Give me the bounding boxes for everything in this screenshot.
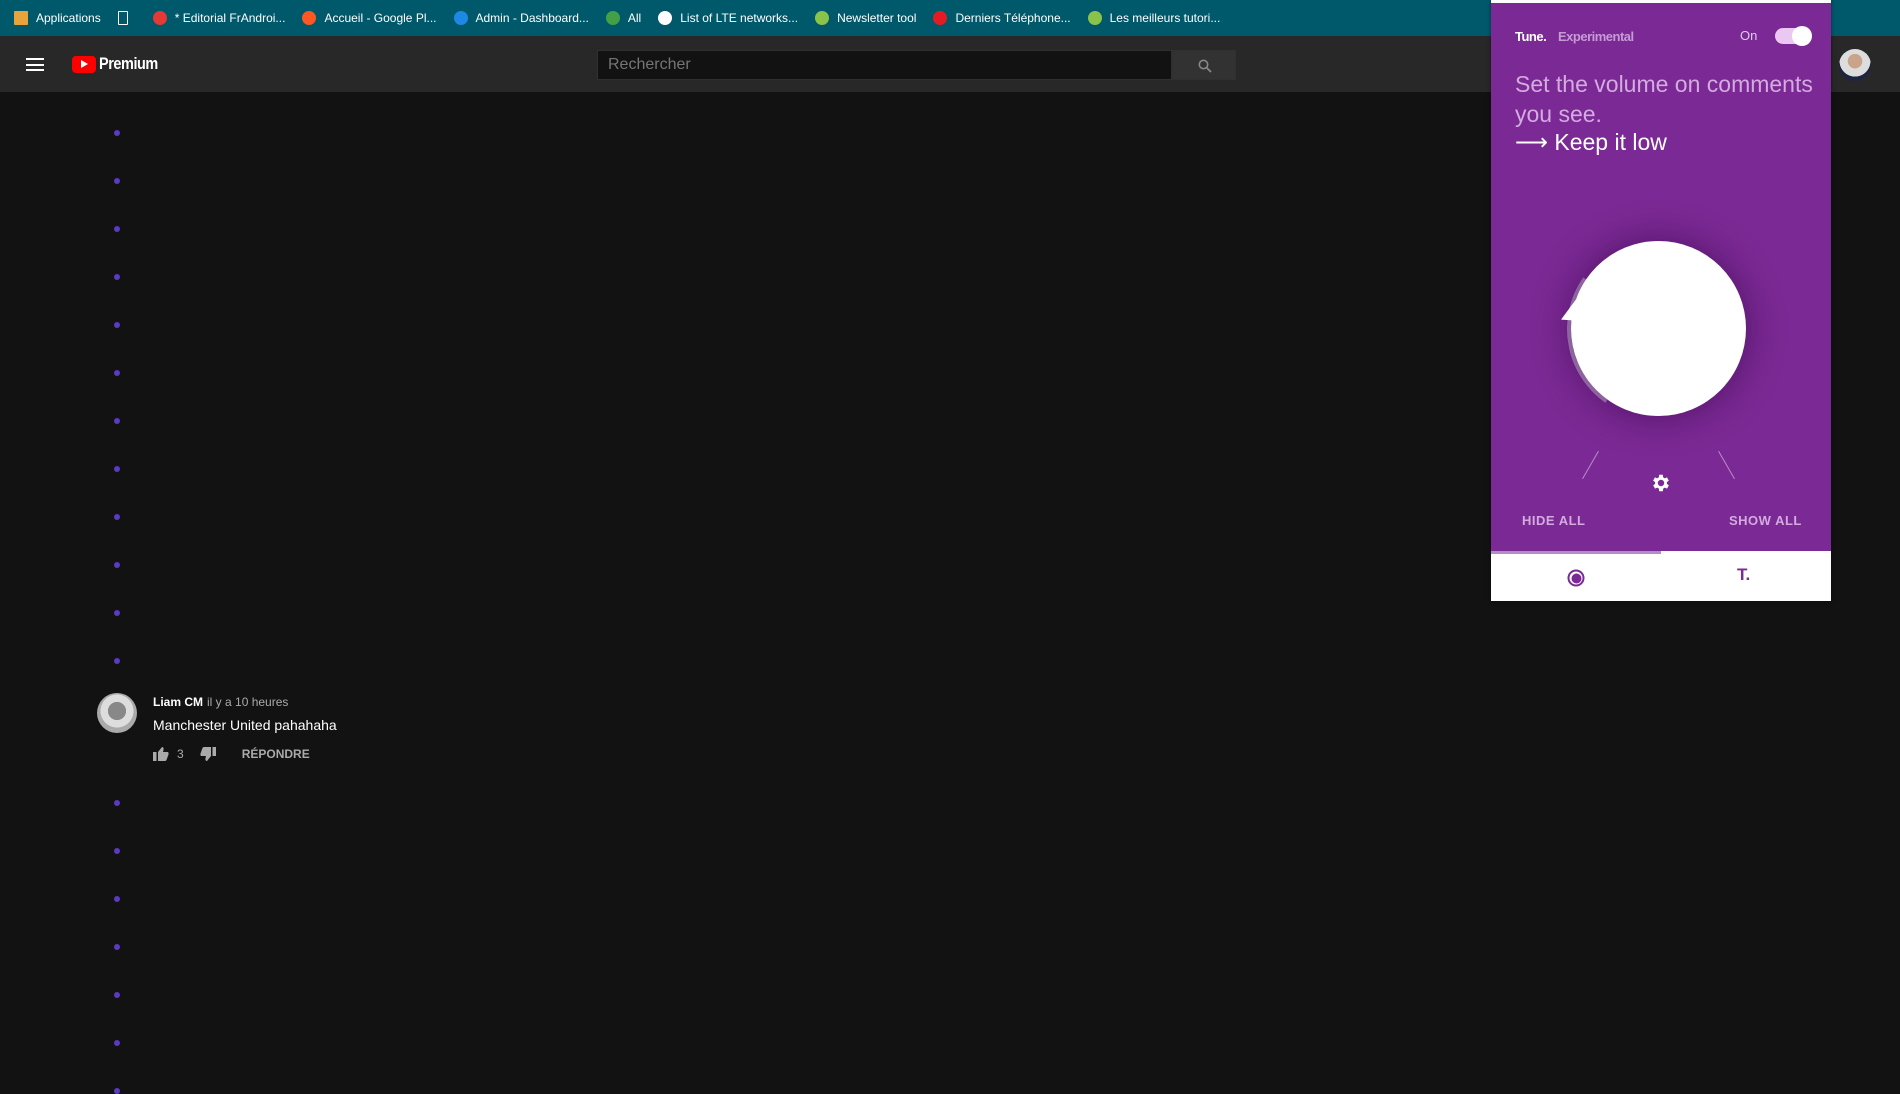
bookmark-item[interactable]: Applications [14,11,101,25]
placeholder-dot [114,1088,120,1094]
dial-tick-right [1718,450,1735,480]
placeholder-dot [114,658,120,664]
placeholder-dot [114,226,120,232]
tune-tabs: T. [1491,551,1831,601]
ta-icon [933,11,948,25]
tab-dial-icon[interactable] [1567,569,1585,587]
placeholder-dot [114,800,120,806]
placeholder-dot [114,370,120,376]
placeholder-dot [114,1040,120,1046]
newsletter-icon [815,11,830,25]
bookmark-item[interactable] [117,11,136,25]
apps-grid-icon [14,11,28,25]
bookmark-item[interactable]: All [605,11,642,25]
youtube-premium-logo[interactable]: Premium [72,54,168,74]
bookmark-label: Accueil - Google Pl... [324,11,437,25]
account-avatar[interactable] [1839,49,1871,81]
bookmark-item[interactable]: List of LTE networks... [658,11,798,25]
wikipedia-icon [658,11,673,25]
bookmark-label: List of LTE networks... [680,11,799,25]
comment-actions: 3 RÉPONDRE [153,747,310,761]
logo-text: Premium [99,54,158,73]
tune-brand: Tune. [1515,29,1547,44]
tune-extension-popup: Tune. Experimental On Set the volume on … [1491,0,1831,601]
placeholder-dot [114,848,120,854]
volume-dial[interactable] [1571,241,1746,416]
active-tab-indicator [1491,551,1661,554]
placeholder-dot [114,178,120,184]
comment-author[interactable]: Liam CM [153,695,203,709]
feedly-icon [605,11,620,25]
thumbs-up-icon[interactable] [153,747,169,761]
experimental-badge: Experimental [1558,29,1634,44]
bookmark-item[interactable]: Les meilleurs tutori... [1087,11,1221,25]
bookmark-item[interactable]: * Editorial FrAndroi... [152,11,286,25]
tutorial-icon [1087,11,1102,25]
reply-button[interactable]: RÉPONDRE [242,747,310,761]
search-input[interactable] [597,50,1172,80]
bookmark-label: Les meilleurs tutori... [1109,11,1221,25]
search-button[interactable] [1172,50,1236,80]
show-all-button[interactable]: SHOW ALL [1729,513,1802,528]
bookmark-item[interactable]: Newsletter tool [815,11,916,25]
volume-level-label: ⟶ Keep it low [1515,129,1667,155]
placeholder-dot [114,322,120,328]
placeholder-dot [114,466,120,472]
tab-text[interactable]: T. [1737,565,1750,585]
enable-toggle[interactable] [1775,26,1812,46]
placeholder-dot [114,610,120,616]
bookmark-label: Applications [36,11,101,25]
placeholder-dot [114,130,120,136]
bookmark-label: Newsletter tool [837,11,917,25]
comment-avatar[interactable] [97,693,137,733]
placeholder-dot [114,944,120,950]
placeholder-dot [114,418,120,424]
google-play-music-icon [302,11,317,25]
placeholder-dot [114,992,120,998]
comment-time[interactable]: il y a 10 heures [207,695,288,709]
dial-tick-left [1582,450,1599,480]
comment-header: Liam CM il y a 10 heures [153,695,288,709]
menu-icon[interactable] [26,58,44,71]
placeholder-dot [114,562,120,568]
like-count: 3 [177,747,184,761]
bookmark-item[interactable]: Accueil - Google Pl... [302,11,437,25]
page-icon [117,11,128,25]
hide-all-button[interactable]: HIDE ALL [1522,513,1585,528]
bookmark-item[interactable]: Admin - Dashboard... [453,11,589,25]
bookmark-label: Admin - Dashboard... [475,11,589,25]
bookmark-label: All [627,11,642,25]
bookmark-label: * Editorial FrAndroi... [174,11,286,25]
search-icon [1198,59,1212,73]
tune-headline: Set the volume on comments you see. [1515,71,1813,127]
bookmark-item[interactable]: Derniers Téléphone... [933,11,1071,25]
toggle-label: On [1740,28,1758,43]
gear-icon[interactable] [1650,472,1672,494]
placeholder-dot [114,514,120,520]
placeholder-dot [114,274,120,280]
bookmark-label: Derniers Téléphone... [955,11,1071,25]
dashboard-icon [453,11,468,25]
placeholder-dot [114,896,120,902]
frandroid-icon [152,11,167,25]
comment-text: Manchester United pahahaha [153,717,337,733]
thumbs-down-icon[interactable] [200,747,216,761]
youtube-play-icon [72,55,96,73]
